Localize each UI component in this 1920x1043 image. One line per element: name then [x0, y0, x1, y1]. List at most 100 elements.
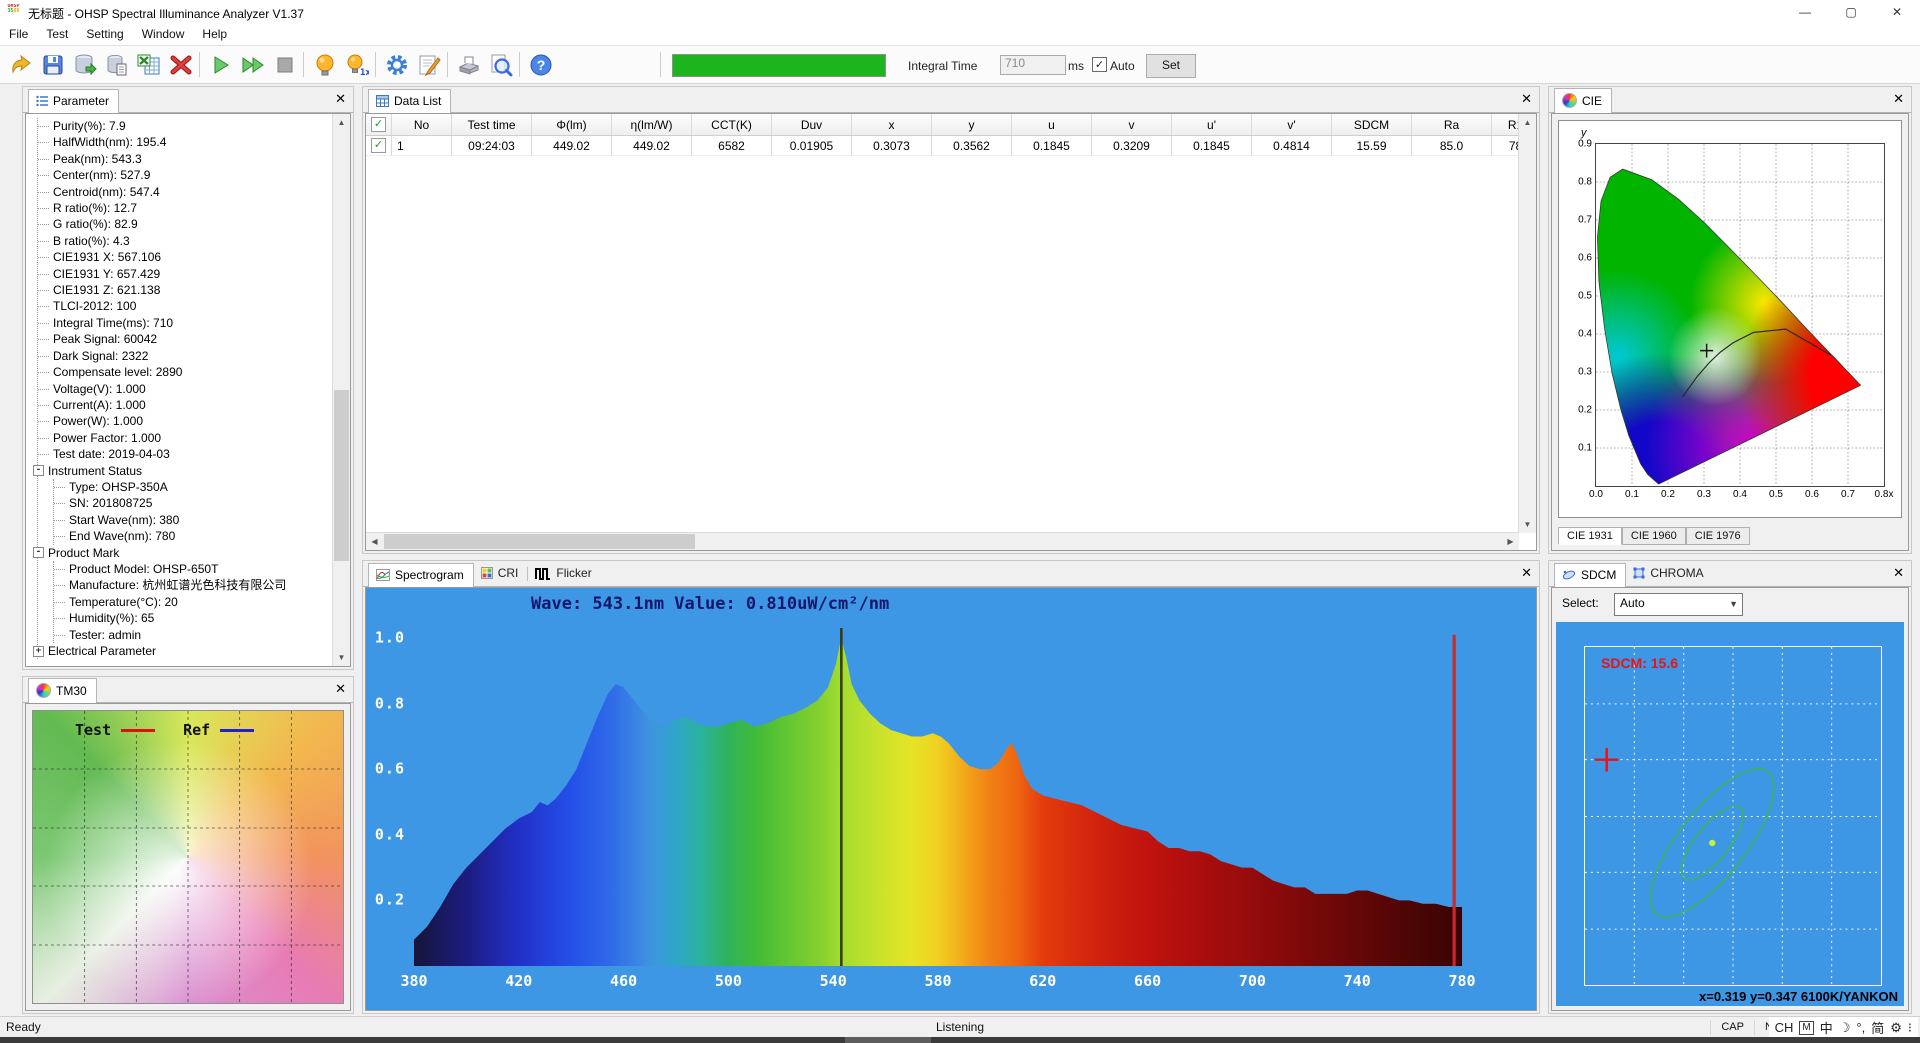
tree-item[interactable]: Power Factor: 1.000 [38, 430, 331, 446]
tab-cie-1960[interactable]: CIE 1960 [1621, 527, 1686, 545]
row-checkbox[interactable]: ✓ [371, 117, 386, 132]
spectrogram-close-icon[interactable]: ✕ [1521, 567, 1532, 580]
tree-item[interactable]: G ratio(%): 82.9 [38, 216, 331, 232]
maximize-button[interactable]: ▢ [1828, 0, 1874, 25]
row-checkbox[interactable]: ✓ [371, 138, 386, 153]
close-button[interactable]: ✕ [1874, 0, 1920, 25]
preview-button[interactable] [486, 50, 515, 79]
tree-item[interactable]: TLCI-2012: 100 [38, 298, 331, 314]
tree-item[interactable]: Current(A): 1.000 [38, 397, 331, 413]
sdcm-close-icon[interactable]: ✕ [1893, 567, 1904, 580]
tree-group[interactable]: - Product Mark [33, 545, 331, 561]
ime-item[interactable]: CH [1775, 1020, 1794, 1035]
stop-button[interactable] [270, 50, 299, 79]
set-button[interactable]: Set [1146, 54, 1196, 78]
tree-item[interactable]: Centroid(nm): 547.4 [38, 184, 331, 200]
ime-item[interactable]: 简 [1871, 1018, 1884, 1037]
tree-item[interactable]: Humidity(%): 65 [54, 610, 331, 626]
tree-item[interactable]: Temperature(°C): 20 [54, 594, 331, 610]
tree-item[interactable]: End Wave(nm): 780 [54, 528, 331, 544]
tm30-close-icon[interactable]: ✕ [335, 683, 346, 696]
tree-item[interactable]: Product Model: OHSP-650T [54, 561, 331, 577]
tab-cie-1976[interactable]: CIE 1976 [1685, 527, 1750, 545]
tree-item[interactable]: Test date: 2019-04-03 [38, 446, 331, 462]
ime-item[interactable]: °, [1856, 1020, 1865, 1035]
column-header[interactable]: SDCM [1332, 114, 1412, 135]
tree-item[interactable]: Peak(nm): 543.3 [38, 151, 331, 167]
auto-checkbox[interactable]: ✓ [1092, 57, 1107, 72]
column-header[interactable]: v' [1252, 114, 1332, 135]
menu-file[interactable]: File [0, 25, 37, 43]
scroll-left-icon[interactable]: ◀ [366, 533, 383, 550]
tree-item[interactable]: R ratio(%): 12.7 [38, 200, 331, 216]
column-header[interactable]: η(lm/W) [612, 114, 692, 135]
ime-item[interactable]: ⁝ [1908, 1020, 1912, 1036]
column-header[interactable]: Ra [1412, 114, 1492, 135]
tree-item[interactable]: CIE1931 X: 567.106 [38, 249, 331, 265]
open-button[interactable] [6, 50, 35, 79]
column-header[interactable]: Duv [772, 114, 852, 135]
tree-item[interactable]: Center(nm): 527.9 [38, 167, 331, 183]
run-continuous-button[interactable] [238, 50, 267, 79]
column-header[interactable]: CCT(K) [692, 114, 772, 135]
dark-current-button[interactable] [310, 50, 339, 79]
dark-current-1x-button[interactable]: 1x [342, 50, 371, 79]
data-list-close-icon[interactable]: ✕ [1521, 93, 1532, 106]
column-header[interactable]: No [392, 114, 452, 135]
settings-button[interactable] [382, 50, 411, 79]
tab-chroma[interactable]: CHROMA [1626, 562, 1712, 586]
scroll-up-icon[interactable]: ▲ [333, 114, 350, 131]
help-button[interactable]: ? [526, 50, 555, 79]
scroll-down-icon[interactable]: ▼ [333, 649, 350, 666]
parameter-tab[interactable]: Parameter [28, 89, 120, 113]
tree-group[interactable]: + Electrical Parameter [33, 643, 331, 659]
tree-item[interactable]: Tester: admin [54, 627, 331, 643]
tree-item[interactable]: Voltage(V): 1.000 [38, 381, 331, 397]
spectrogram-plot[interactable]: 1.0 0.8 0.6 0.4 0.2 380 420 460 500 540 580 620 660… [375, 628, 1476, 989]
ime-bar[interactable]: CH M 中 ☽ °, 简 ⚙ ⁝ [1768, 1017, 1918, 1038]
cie-tab[interactable]: CIE [1554, 88, 1613, 113]
column-header[interactable]: u [1012, 114, 1092, 135]
column-header[interactable]: v [1092, 114, 1172, 135]
tree-item[interactable]: Power(W): 1.000 [38, 413, 331, 429]
tree-item[interactable]: Dark Signal: 2322 [38, 348, 331, 364]
collapse-icon[interactable]: - [33, 465, 44, 477]
tree-item[interactable]: Peak Signal: 60042 [38, 331, 331, 347]
tree-item[interactable]: Start Wave(nm): 380 [54, 512, 331, 528]
tree-item[interactable]: Compensate level: 2890 [38, 364, 331, 380]
tree-item[interactable]: B ratio(%): 4.3 [38, 233, 331, 249]
tab-spectrogram[interactable]: Spectrogram [368, 563, 474, 587]
data-list-tab[interactable]: Data List [368, 89, 452, 113]
menu-window[interactable]: Window [133, 25, 194, 43]
column-header[interactable]: u' [1172, 114, 1252, 135]
tab-cri[interactable]: CRI [474, 562, 528, 586]
parameter-scrollbar[interactable]: ▲ ▼ [332, 114, 350, 666]
tree-item[interactable]: Purity(%): 7.9 [38, 118, 331, 134]
ime-item[interactable]: 中 [1820, 1018, 1833, 1037]
tree-item[interactable]: CIE1931 Y: 657.429 [38, 266, 331, 282]
column-header[interactable]: x [852, 114, 932, 135]
tree-group[interactable]: - Instrument Status [33, 463, 331, 479]
tree-item[interactable]: SN: 201808725 [54, 495, 331, 511]
delete-button[interactable] [166, 50, 195, 79]
ime-item[interactable]: M [1799, 1020, 1814, 1035]
print-button[interactable] [454, 50, 483, 79]
scroll-down-icon[interactable]: ▼ [1519, 516, 1536, 533]
menu-setting[interactable]: Setting [77, 25, 132, 43]
run-button[interactable] [206, 50, 235, 79]
tree-item[interactable]: HalfWidth(nm): 195.4 [38, 134, 331, 150]
tree-item[interactable]: Type: OHSP-350A [54, 479, 331, 495]
menu-test[interactable]: Test [37, 25, 77, 43]
column-header[interactable]: Φ(lm) [532, 114, 612, 135]
parameter-close-icon[interactable]: ✕ [335, 93, 346, 106]
hscroll-thumb[interactable] [384, 534, 696, 549]
ime-item[interactable]: ☽ [1839, 1020, 1851, 1036]
collapse-icon[interactable]: - [33, 547, 44, 559]
export-excel-button[interactable] [134, 50, 163, 79]
edit-button[interactable] [414, 50, 443, 79]
export-report-button[interactable] [102, 50, 131, 79]
column-header[interactable]: y [932, 114, 1012, 135]
export-data-button[interactable] [70, 50, 99, 79]
minimize-button[interactable]: — [1782, 0, 1828, 25]
integral-time-input[interactable]: 710 [1000, 55, 1066, 75]
